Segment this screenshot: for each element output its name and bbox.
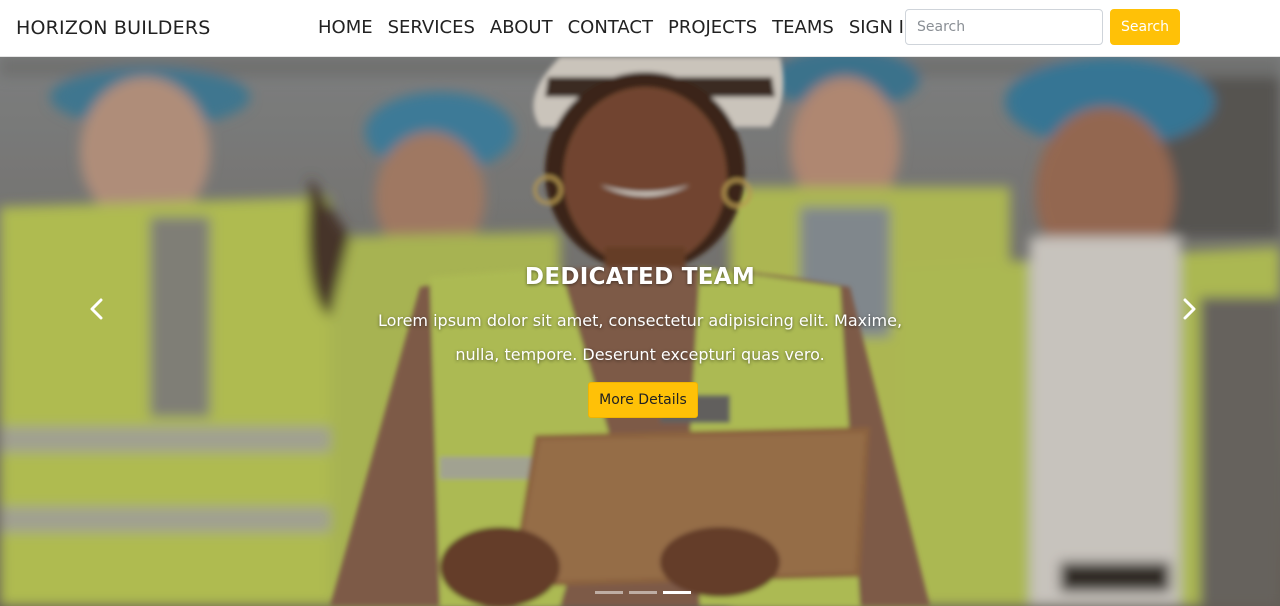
hero-carousel: DEDICATED TEAM Lorem ipsum dolor sit ame… <box>0 57 1280 606</box>
carousel-indicator-3[interactable] <box>663 591 691 594</box>
carousel-next-control[interactable] <box>1170 289 1210 329</box>
brand-logo[interactable]: HORIZON BUILDERS <box>16 17 211 39</box>
carousel-prev-control[interactable] <box>76 289 116 329</box>
carousel-indicator-2[interactable] <box>629 591 657 594</box>
search-input[interactable] <box>905 9 1103 45</box>
nav-link-home[interactable]: HOME <box>318 17 373 38</box>
nav-link-contact[interactable]: CONTACT <box>568 17 653 38</box>
carousel-indicator-1[interactable] <box>595 591 623 594</box>
carousel-indicators <box>595 591 691 594</box>
nav-link-teams[interactable]: TEAMS <box>772 17 834 38</box>
top-navbar: HORIZON BUILDERS HOME SERVICES ABOUT CON… <box>0 0 1280 57</box>
hero-caption-text: Lorem ipsum dolor sit amet, consectetur … <box>377 311 903 364</box>
nav-link-projects[interactable]: PROJECTS <box>668 17 757 38</box>
chevron-right-icon <box>1183 298 1196 320</box>
chevron-left-icon <box>90 298 103 320</box>
nav-menu: HOME SERVICES ABOUT CONTACT PROJECTS TEA… <box>318 17 917 38</box>
nav-link-services[interactable]: SERVICES <box>388 17 475 38</box>
hero-caption-title: DEDICATED TEAM <box>524 264 756 290</box>
search-button[interactable]: Search <box>1110 9 1180 45</box>
nav-link-about[interactable]: ABOUT <box>490 17 553 38</box>
more-details-button[interactable]: More Details <box>588 382 698 418</box>
